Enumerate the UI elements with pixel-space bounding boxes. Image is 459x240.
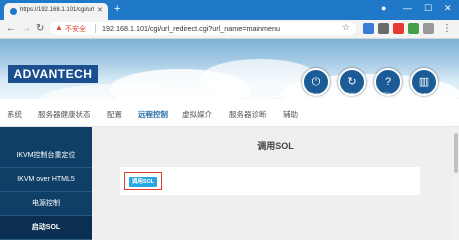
sidebar-item-power-control[interactable]: 电源控制	[0, 192, 92, 216]
extension-icon[interactable]	[393, 23, 404, 34]
extension-icon[interactable]	[408, 23, 419, 34]
help-label: 帮助	[380, 93, 391, 99]
close-window-icon[interactable]: ✕	[444, 3, 452, 13]
nav-item-auxiliary[interactable]: 辅助	[283, 109, 298, 120]
sidebar-item-launch-sol[interactable]: 启动SOL	[0, 216, 92, 240]
browser-tab[interactable]: https://192.168.1.101/cgi/url ✕	[4, 3, 108, 20]
sidebar-item-ikvm-redirect[interactable]: IKVM控制台重定位	[0, 144, 92, 168]
address-url[interactable]: 192.168.1.101/cgi/url_redirect.cgi?url_n…	[102, 24, 280, 33]
extension-icon[interactable]	[363, 23, 374, 34]
back-icon[interactable]: ←	[6, 23, 16, 35]
favicon-icon	[10, 8, 17, 15]
nav-item-system[interactable]: 系统	[7, 109, 22, 120]
bookmark-star-icon[interactable]: ☆	[342, 22, 350, 33]
sidebar: IKVM控制台重定位 IKVM over HTML5 电源控制 启动SOL	[0, 127, 92, 240]
browser-toolbar: ← → ↻ ▲ 不安全 192.168.1.101/cgi/url_redire…	[0, 20, 459, 39]
page-title: 调用SOL	[257, 141, 294, 151]
warning-icon: ▲	[55, 23, 63, 32]
address-bar[interactable]: ▲ 不安全 192.168.1.101/cgi/url_redirect.cgi…	[50, 22, 356, 35]
scrollbar-thumb[interactable]	[454, 133, 458, 173]
help-icon: ?	[384, 76, 392, 88]
logout-icon: ⏻	[311, 76, 321, 88]
main-nav: 系统 服务器健康状态 配置 远程控制 虚拟媒介 服务器诊断 辅助	[0, 100, 459, 127]
sol-panel	[120, 167, 420, 195]
main-content: 调用SOL 调用SOL	[92, 127, 459, 240]
nav-item-server-diagnostics[interactable]: 服务器诊断	[229, 109, 267, 120]
header-banner: ADVANTECH ⏻ 登出 ↻ 刷新 ? 帮助 ▥ 关于	[0, 39, 459, 99]
book-icon: ▥	[418, 76, 430, 88]
forward-icon[interactable]: →	[21, 23, 31, 35]
minimize-icon[interactable]: —	[403, 3, 412, 13]
new-tab-icon[interactable]: +	[114, 4, 120, 15]
account-icon[interactable]: ●	[381, 3, 386, 13]
about-label: 关于	[416, 93, 427, 99]
logout-label: 登出	[308, 93, 319, 99]
nav-item-virtual-media[interactable]: 虚拟媒介	[182, 109, 212, 120]
refresh-label: 刷新	[344, 93, 355, 99]
launch-sol-button[interactable]: 调用SOL	[129, 177, 157, 187]
address-separator	[95, 24, 96, 33]
reload-icon[interactable]: ↻	[36, 23, 44, 35]
profile-icon[interactable]	[423, 23, 434, 34]
nav-item-server-health[interactable]: 服务器健康状态	[38, 109, 91, 120]
brand-logo: ADVANTECH	[8, 65, 98, 83]
tab-close-icon[interactable]: ✕	[97, 6, 103, 14]
maximize-icon[interactable]: ☐	[424, 3, 432, 13]
nav-item-remote-control[interactable]: 远程控制	[138, 109, 168, 120]
sidebar-item-ikvm-html5[interactable]: IKVM over HTML5	[0, 168, 92, 192]
tab-title: https://192.168.1.101/cgi/url	[20, 7, 95, 13]
security-warning: 不安全	[65, 26, 86, 33]
extension-icon[interactable]	[378, 23, 389, 34]
refresh-icon: ↻	[347, 76, 357, 88]
browser-titlebar: https://192.168.1.101/cgi/url ✕ + ● — ☐ …	[0, 0, 459, 20]
scrollbar[interactable]	[453, 127, 459, 240]
menu-kebab-icon[interactable]: ⋮	[442, 23, 452, 35]
nav-item-configuration[interactable]: 配置	[107, 109, 122, 120]
